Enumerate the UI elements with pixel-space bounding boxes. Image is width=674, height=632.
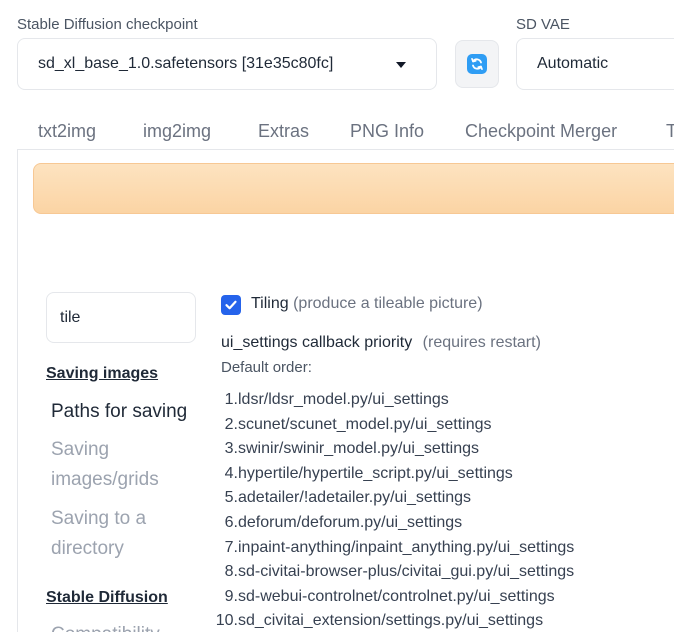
sidebar-item-paths-for-saving[interactable]: Paths for saving bbox=[51, 397, 187, 427]
refresh-checkpoints-button[interactable] bbox=[455, 40, 499, 88]
callback-priority-label: ui_settings callback priority (requires … bbox=[221, 334, 541, 352]
tiling-label: Tiling (produce a tileable picture) bbox=[251, 295, 483, 313]
sidebar-item-saving-to-directory-2[interactable]: directory bbox=[51, 534, 124, 564]
vae-value: Automatic bbox=[537, 55, 609, 72]
settings-search-input[interactable]: tile bbox=[46, 292, 196, 343]
checkpoint-dropdown[interactable]: sd_xl_base_1.0.safetensors [31e35c80fc] bbox=[17, 38, 437, 90]
tab-truncated[interactable]: T bbox=[666, 112, 674, 150]
settings-page: Stable Diffusion checkpoint sd_xl_base_1… bbox=[0, 0, 674, 632]
sidebar-section-stable-diffusion[interactable]: Stable Diffusion bbox=[46, 589, 168, 607]
tab-png-info[interactable]: PNG Info bbox=[350, 112, 424, 150]
vae-label: SD VAE bbox=[516, 16, 570, 33]
main-tabs: txt2img img2img Extras PNG Info Checkpoi… bbox=[18, 112, 674, 150]
tiling-label-text: Tiling bbox=[251, 295, 289, 312]
sidebar-item-compatibility[interactable]: Compatibility bbox=[51, 620, 160, 632]
tab-txt2img[interactable]: txt2img bbox=[38, 112, 96, 150]
vae-dropdown[interactable]: Automatic bbox=[516, 38, 674, 90]
default-order-label: Default order: bbox=[221, 359, 312, 376]
chevron-down-icon bbox=[396, 62, 406, 68]
tab-img2img[interactable]: img2img bbox=[143, 112, 211, 150]
default-order-list: 1. ldsr/ldsr_model.py/ui_settings 2. scune… bbox=[214, 388, 574, 632]
apply-settings-banner[interactable] bbox=[33, 163, 674, 214]
sidebar-item-saving-images-grids-1[interactable]: Saving bbox=[51, 435, 109, 465]
tiling-hint: (produce a tileable picture) bbox=[293, 295, 483, 312]
list-item: 3. swinir/swinir_model.py/ui_settings bbox=[224, 440, 479, 458]
list-item: 9. sd-webui-controlnet/controlnet.py/ui_s… bbox=[224, 587, 555, 605]
refresh-icon bbox=[467, 54, 487, 74]
list-item: 10. sd_civitai_extension/settings.py/ui_s… bbox=[215, 612, 544, 630]
tab-checkpoint-merger[interactable]: Checkpoint Merger bbox=[465, 112, 617, 150]
callback-priority-hint: (requires restart) bbox=[422, 334, 541, 351]
sidebar-item-saving-to-directory-1[interactable]: Saving to a bbox=[51, 504, 146, 534]
list-item: 6. deforum/deforum.py/ui_settings bbox=[224, 513, 463, 531]
tiling-checkbox[interactable] bbox=[221, 295, 241, 315]
list-item: 5. adetailer/!adetailer.py/ui_settings bbox=[224, 489, 472, 507]
checkpoint-label: Stable Diffusion checkpoint bbox=[17, 16, 198, 33]
list-item: 4. hypertile/hypertile_script.py/ui_setti… bbox=[224, 464, 513, 482]
list-item: 1. ldsr/ldsr_model.py/ui_settings bbox=[224, 391, 449, 408]
sidebar-item-saving-images-grids-2[interactable]: images/grids bbox=[51, 465, 159, 495]
tab-extras[interactable]: Extras bbox=[258, 112, 309, 150]
list-item: 8. sd-civitai-browser-plus/civitai_gui.py… bbox=[224, 563, 575, 581]
checkpoint-value: sd_xl_base_1.0.safetensors [31e35c80fc] bbox=[38, 55, 334, 72]
callback-priority-text: ui_settings callback priority bbox=[221, 334, 413, 351]
check-icon bbox=[225, 300, 237, 310]
sidebar-section-saving-images[interactable]: Saving images bbox=[46, 365, 158, 383]
list-item: 2. scunet/scunet_model.py/ui_settings bbox=[224, 415, 492, 433]
list-item: 7. inpaint-anything/inpaint_anything.py/u… bbox=[224, 538, 575, 556]
